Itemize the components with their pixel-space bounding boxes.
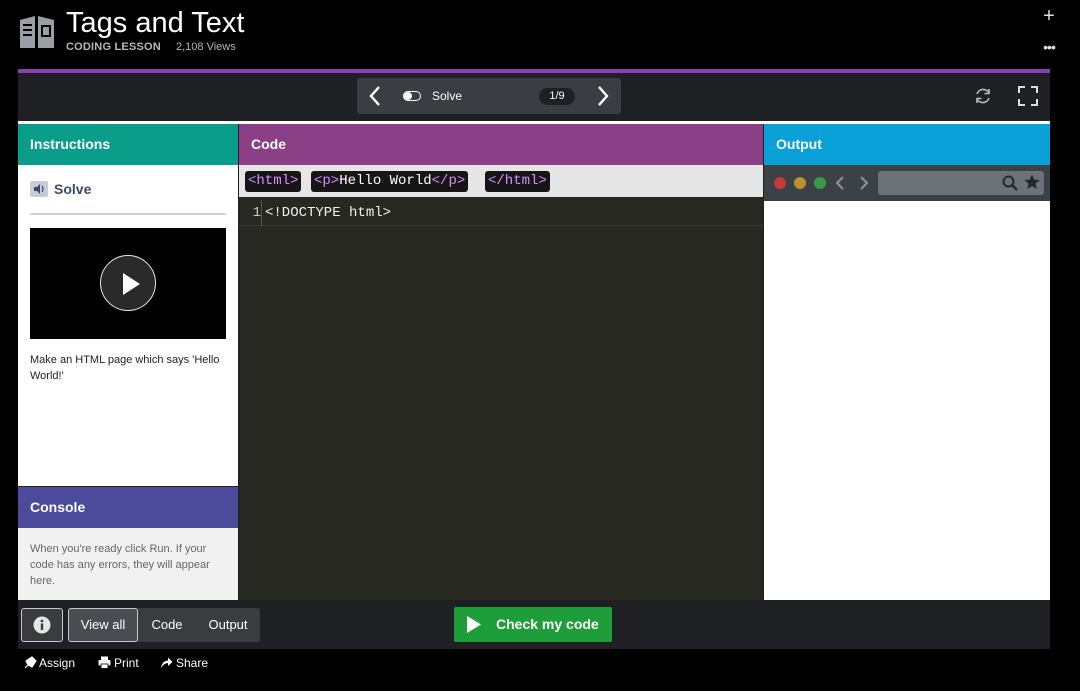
print-label: Print bbox=[114, 656, 139, 670]
assign-icon bbox=[24, 656, 37, 669]
star-icon[interactable] bbox=[1024, 174, 1040, 190]
share-label: Share bbox=[176, 656, 209, 670]
video-player[interactable] bbox=[30, 228, 226, 339]
browser-back-icon[interactable] bbox=[834, 175, 846, 191]
view-count: 2,108 Views bbox=[176, 41, 236, 53]
snippet-text: Hello World bbox=[339, 173, 432, 189]
close-dot-icon bbox=[774, 177, 786, 189]
fullscreen-icon[interactable] bbox=[1018, 86, 1038, 106]
chevron-left-icon[interactable] bbox=[365, 84, 385, 108]
editor-gutter bbox=[261, 200, 262, 226]
code-panel: Code <html> <p>Hello World</p> </html> 1… bbox=[239, 124, 763, 600]
lesson-header: Tags and Text CODING LESSON 2,108 Views … bbox=[0, 0, 1080, 68]
play-button[interactable] bbox=[100, 255, 156, 311]
code-editor-line[interactable]: 1 <!DOCTYPE html> bbox=[239, 200, 763, 226]
snippet-html-close[interactable]: </html> bbox=[485, 171, 550, 192]
more-icon[interactable]: ••• bbox=[1040, 40, 1058, 56]
bottom-bar: View all Code Output Check my code bbox=[18, 600, 1050, 649]
output-panel: Output bbox=[764, 124, 1050, 600]
share-link[interactable]: Share bbox=[160, 655, 212, 671]
lesson-toolbar: Solve 1/9 bbox=[18, 73, 1050, 121]
step-navigator: Solve 1/9 bbox=[357, 78, 621, 114]
instructions-heading: Instructions bbox=[18, 124, 238, 165]
snippet-paragraph[interactable]: <p>Hello World</p> bbox=[311, 171, 469, 192]
code-heading: Code bbox=[239, 124, 763, 165]
tab-output[interactable]: Output bbox=[196, 608, 260, 642]
console-heading: Console bbox=[18, 487, 238, 528]
snippet-tag: </html> bbox=[488, 173, 547, 189]
view-tabs: View all Code Output bbox=[68, 608, 260, 642]
browser-url-bar[interactable] bbox=[878, 171, 1044, 195]
instructions-panel: Instructions Solve Make an HTML page whi… bbox=[18, 124, 238, 486]
play-icon bbox=[467, 616, 481, 633]
minimize-dot-icon bbox=[794, 177, 806, 189]
info-button[interactable] bbox=[21, 608, 63, 642]
console-text: When you're ready click Run. If your cod… bbox=[30, 543, 210, 587]
tab-code[interactable]: Code bbox=[138, 608, 196, 642]
search-icon[interactable] bbox=[1002, 175, 1018, 191]
lesson-title: Tags and Text bbox=[66, 7, 245, 39]
assign-link[interactable]: Assign bbox=[24, 655, 84, 671]
plus-icon[interactable]: + bbox=[1040, 6, 1058, 26]
printer-icon bbox=[98, 656, 111, 669]
browser-toolbar bbox=[764, 165, 1050, 201]
play-icon bbox=[123, 273, 140, 295]
output-heading: Output bbox=[764, 124, 1050, 165]
toggle-icon bbox=[403, 91, 421, 101]
lesson-type: CODING LESSON bbox=[66, 41, 161, 53]
step-counter: 1/9 bbox=[539, 88, 575, 105]
print-link[interactable]: Print bbox=[98, 655, 148, 671]
snippet-tag: <p> bbox=[314, 173, 340, 189]
instructions-divider bbox=[30, 213, 226, 215]
speaker-icon[interactable] bbox=[30, 181, 48, 197]
check-button-label: Check my code bbox=[496, 616, 599, 632]
console-panel: Console When you're ready click Run. If … bbox=[18, 487, 238, 600]
instructions-text: Make an HTML page which says 'Hello Worl… bbox=[30, 354, 220, 382]
lesson-frame: Solve 1/9 Instructions Solve Make an HTM… bbox=[18, 69, 1050, 649]
refresh-icon[interactable] bbox=[973, 86, 993, 106]
info-icon bbox=[33, 616, 51, 634]
check-my-code-button[interactable]: Check my code bbox=[454, 607, 612, 642]
instructions-section-title: Solve bbox=[54, 181, 92, 197]
chevron-right-icon[interactable] bbox=[593, 84, 613, 108]
browser-forward-icon[interactable] bbox=[858, 175, 870, 191]
code-snippets-bar: <html> <p>Hello World</p> </html> bbox=[239, 165, 763, 197]
assign-label: Assign bbox=[39, 656, 76, 670]
share-icon bbox=[161, 657, 173, 668]
line-number: 1 bbox=[252, 205, 261, 221]
snippet-tag: <html> bbox=[248, 173, 299, 189]
snippet-html-open[interactable]: <html> bbox=[245, 171, 302, 192]
book-logo-icon bbox=[20, 16, 54, 48]
tab-view-all[interactable]: View all bbox=[68, 608, 138, 642]
maximize-dot-icon bbox=[814, 177, 826, 189]
step-label: Solve bbox=[432, 89, 463, 103]
code-line-text[interactable]: <!DOCTYPE html> bbox=[265, 200, 391, 226]
snippet-tag: </p> bbox=[431, 173, 466, 189]
